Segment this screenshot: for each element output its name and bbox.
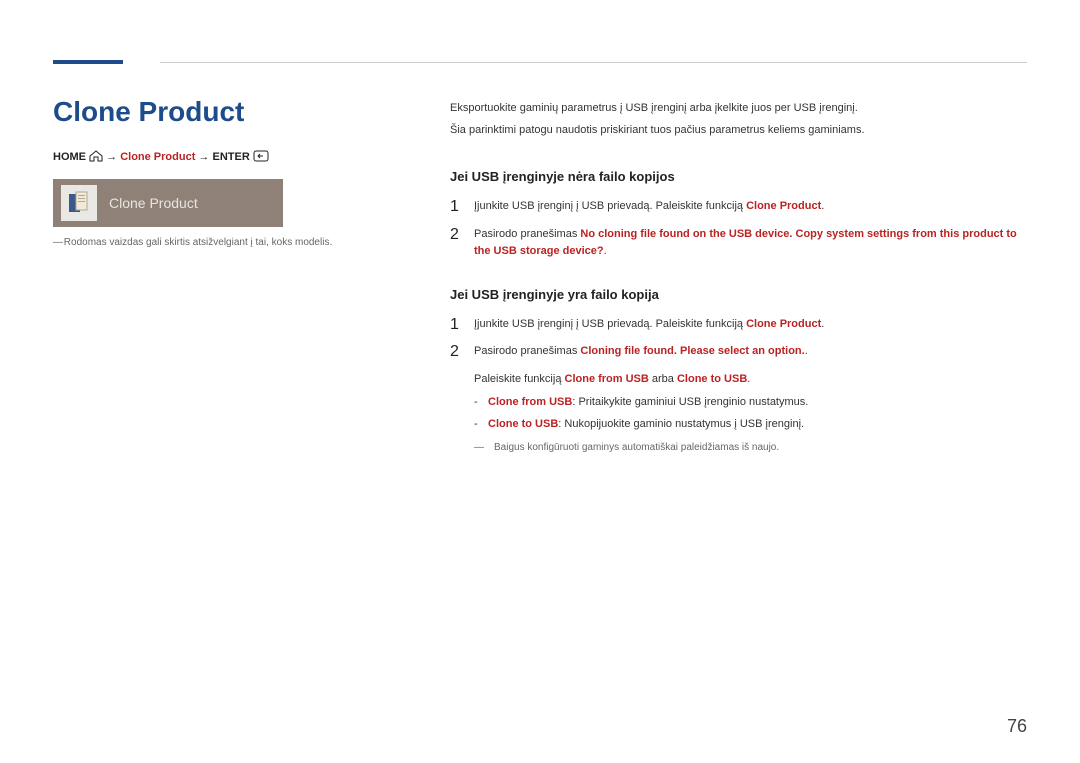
horizontal-rule <box>160 62 1027 63</box>
breadcrumb-arrow-2: → <box>198 151 209 163</box>
page-title: Clone Product <box>53 96 383 128</box>
highlight-clone-to-usb: Clone to USB <box>677 373 747 385</box>
text: . <box>747 373 750 385</box>
clone-product-icon <box>61 185 97 221</box>
text: . <box>821 200 824 212</box>
breadcrumb-arrow-1: → <box>106 151 117 163</box>
step-number: 2 <box>450 343 474 361</box>
text: Įjunkite USB įrenginį į USB prievadą. Pa… <box>474 200 746 212</box>
intro-paragraph-2: Šia parinktimi patogu naudotis priskiria… <box>450 122 1027 140</box>
step-body: Įjunkite USB įrenginį į USB prievadą. Pa… <box>474 316 1027 334</box>
highlight-clone-product: Clone Product <box>746 318 821 330</box>
step-body: Įjunkite USB įrenginį į USB prievadą. Pa… <box>474 198 1027 216</box>
breadcrumb-mid: Clone Product <box>120 151 195 163</box>
text: . <box>604 245 607 257</box>
intro-paragraph-1: Eksportuokite gaminių parametrus į USB į… <box>450 100 1027 118</box>
sec1-step-2: 2 Pasirodo pranešimas No cloning file fo… <box>450 226 1027 261</box>
section-2-heading: Jei USB įrenginyje yra failo kopija <box>450 285 1027 306</box>
text: Pasirodo pranešimas <box>474 345 580 357</box>
text: . <box>821 318 824 330</box>
auto-restart-note: Baigus konfigūruoti gaminys automatiškai… <box>474 440 1027 456</box>
sub-instruction: Paleiskite funkciją Clone from USB arba … <box>474 371 1027 389</box>
sec2-step-2: 2 Pasirodo pranešimas Cloning file found… <box>450 343 1027 361</box>
text: : Nukopijuokite gaminio nustatymus į USB… <box>558 418 804 430</box>
step-number: 1 <box>450 316 474 334</box>
highlight-clone-from-usb: Clone from USB <box>565 373 649 385</box>
text: Pasirodo pranešimas <box>474 228 580 240</box>
step-body: Pasirodo pranešimas No cloning file foun… <box>474 226 1027 261</box>
panel-label: Clone Product <box>109 195 198 211</box>
breadcrumb: HOME → Clone Product → ENTER <box>53 150 383 165</box>
text: arba <box>649 373 677 385</box>
enter-icon <box>253 150 269 165</box>
breadcrumb-home: HOME <box>53 151 86 163</box>
right-column: Eksportuokite gaminių parametrus į USB į… <box>450 100 1027 456</box>
section-1-heading: Jei USB įrenginyje nėra failo kopijos <box>450 167 1027 188</box>
sec1-step-1: 1 Įjunkite USB įrenginį į USB prievadą. … <box>450 198 1027 216</box>
step-number: 2 <box>450 226 474 261</box>
page-number: 76 <box>1007 716 1027 737</box>
step-number: 1 <box>450 198 474 216</box>
sec2-step-1: 1 Įjunkite USB įrenginį į USB prievadą. … <box>450 316 1027 334</box>
left-column: Clone Product HOME → Clone Product → ENT… <box>53 96 383 248</box>
text: . <box>805 345 808 357</box>
clone-product-panel: Clone Product <box>53 179 283 227</box>
home-icon <box>89 150 103 165</box>
highlight-clone-product: Clone Product <box>746 200 821 212</box>
highlight-message: Cloning file found. Please select an opt… <box>580 345 804 357</box>
dash-item-1: Clone from USB: Pritaikykite gaminiui US… <box>474 394 1027 412</box>
left-footnote: Rodomas vaizdas gali skirtis atsižvelgia… <box>53 237 383 248</box>
highlight-clone-from-usb: Clone from USB <box>488 396 572 408</box>
highlight-clone-to-usb: Clone to USB <box>488 418 558 430</box>
text: Paleiskite funkciją <box>474 373 565 385</box>
breadcrumb-enter: ENTER <box>212 151 249 163</box>
text: : Pritaikykite gaminiui USB įrenginio nu… <box>572 396 808 408</box>
text: Įjunkite USB įrenginį į USB prievadą. Pa… <box>474 318 746 330</box>
dash-item-2: Clone to USB: Nukopijuokite gaminio nust… <box>474 416 1027 434</box>
step-body: Pasirodo pranešimas Cloning file found. … <box>474 343 1027 361</box>
accent-bar <box>53 60 123 64</box>
